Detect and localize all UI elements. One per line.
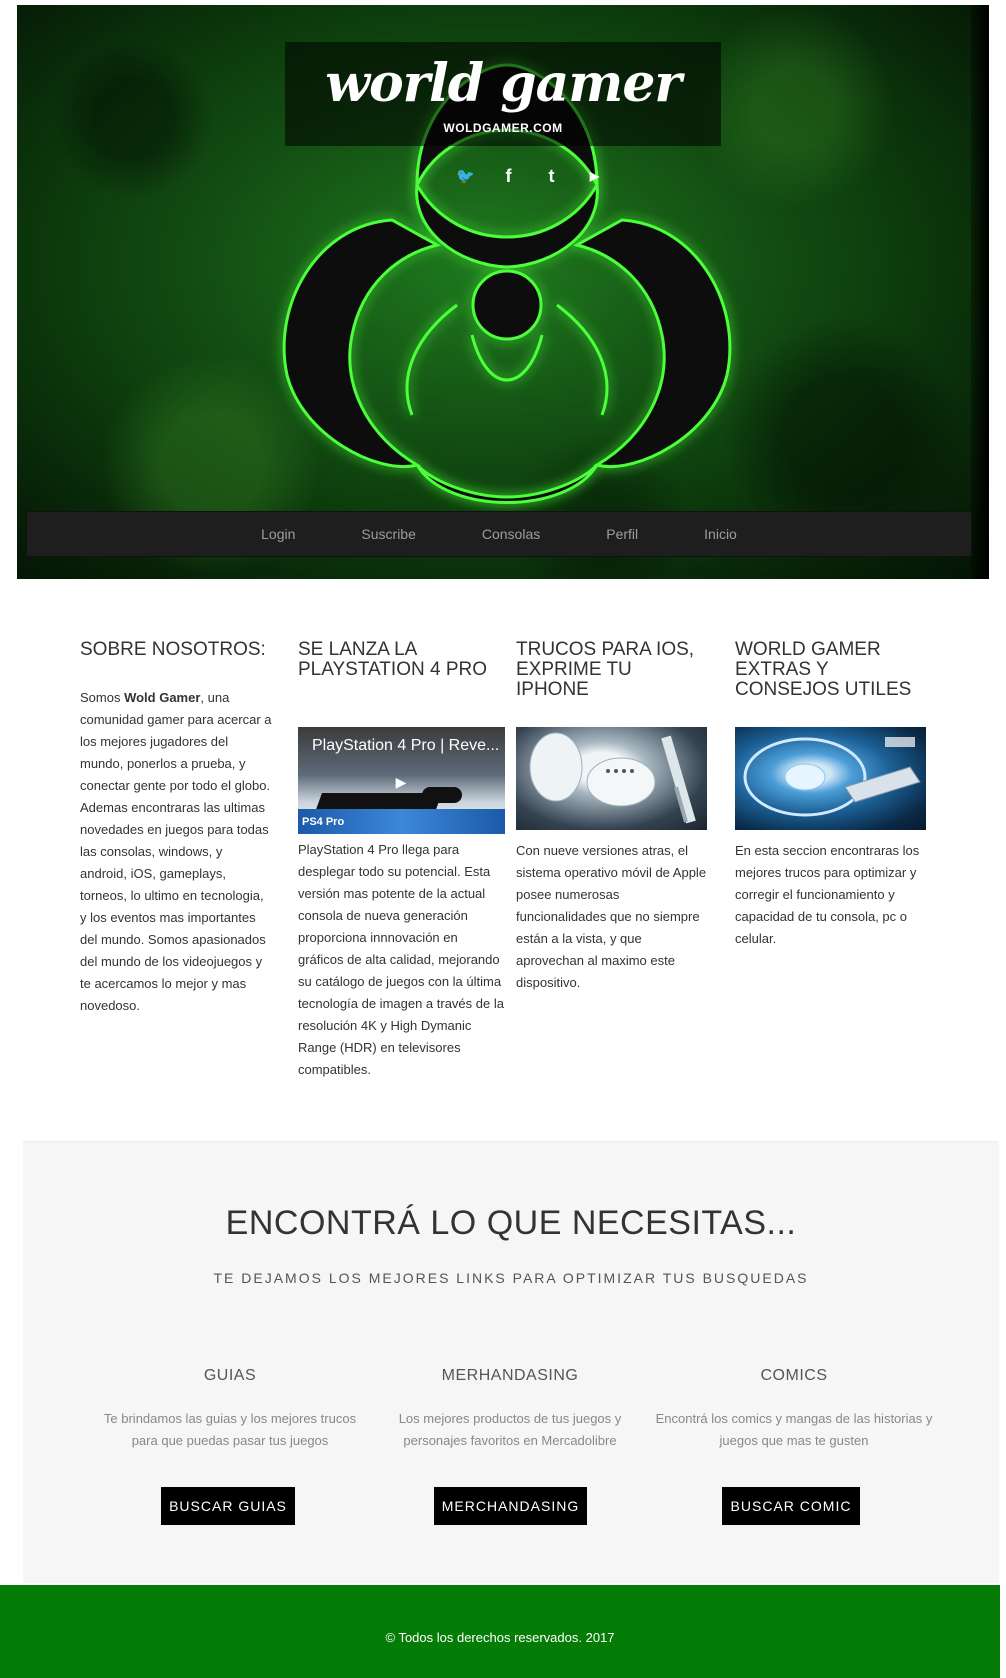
ps4-column: SE LANZA LA PLAYSTATION 4 PRO PS4 Pro Pl… — [298, 639, 505, 1077]
nav-login[interactable]: Login — [228, 511, 328, 557]
comics-heading: COMICS — [760, 1367, 828, 1384]
ps4-heading: SE LANZA LA PLAYSTATION 4 PRO — [298, 639, 487, 680]
find-subtitle: TE DEJAMOS LOS MEJORES LINKS PARA OPTIMI… — [213, 1270, 809, 1286]
copyright-text: © Todos los derechos reservados. 2017 — [385, 1630, 615, 1645]
youtube-icon[interactable]: ▶ — [582, 165, 607, 187]
video-title: PlayStation 4 Pro | Reve... — [312, 737, 500, 754]
about-text-pre: Somos — [80, 690, 125, 705]
extras-heading: WORLD GAMER EXTRAS Y CONSEJOS UTILES — [735, 639, 912, 700]
twitter-icon[interactable]: 🐦 — [453, 165, 478, 187]
earbuds-image — [516, 727, 707, 830]
buscar-guias-button[interactable]: BUSCAR GUIAS — [161, 1487, 295, 1525]
hard-drive-illustration — [743, 737, 921, 817]
brand-box: world gamer WOLDGAMER.COM — [285, 42, 721, 146]
buscar-comic-button[interactable]: BUSCAR COMIC — [722, 1487, 860, 1525]
nav-inicio[interactable]: Inicio — [671, 511, 770, 557]
site-title: world gamer — [325, 53, 682, 114]
about-text: Somos Wold Gamer, una comunidad gamer pa… — [80, 687, 272, 1017]
hard-drive-image — [735, 727, 926, 830]
extras-text: En esta seccion encontraras los mejores … — [735, 843, 920, 946]
tumblr-icon[interactable]: t — [539, 165, 564, 187]
about-heading: SOBRE NOSOTROS: — [80, 639, 266, 660]
main-navbar: Login Suscribe Consolas Perfil Inicio — [26, 511, 972, 557]
about-text-bold: Wold Gamer — [124, 690, 201, 705]
ps4-video-thumbnail[interactable]: PS4 Pro PlayStation 4 Pro | Reve... ▶ — [298, 727, 505, 834]
extras-column: WORLD GAMER EXTRAS Y CONSEJOS UTILES En … — [735, 639, 926, 946]
site-subtitle: WOLDGAMER.COM — [443, 121, 563, 135]
comics-column: COMICS Encontrá los comics y mangas de l… — [654, 1367, 934, 1452]
ios-column: TRUCOS PARA IOS, EXPRIME TU IPHONE Con n… — [516, 639, 707, 990]
nav-consolas[interactable]: Consolas — [449, 511, 573, 557]
merch-heading: MERHANDASING — [441, 1367, 579, 1384]
earbuds-illustration — [529, 732, 696, 824]
merch-column: MERHANDASING Los mejores productos de tu… — [370, 1367, 650, 1452]
merch-text: Los mejores productos de tus juegos y pe… — [398, 1411, 622, 1448]
social-links: 🐦 f t ▶ — [453, 165, 607, 187]
ps4-text: PlayStation 4 Pro llega para desplegar t… — [298, 842, 504, 1077]
nav-perfil[interactable]: Perfil — [573, 511, 671, 557]
ios-heading: TRUCOS PARA IOS, EXPRIME TU IPHONE — [516, 639, 695, 700]
about-column: SOBRE NOSOTROS: Somos Wold Gamer, una co… — [80, 640, 272, 1017]
hero-edge-shadow — [971, 5, 989, 579]
comics-text: Encontrá los comics y mangas de las hist… — [655, 1411, 933, 1448]
footer: © Todos los derechos reservados. 2017 — [0, 1585, 1000, 1678]
find-title: ENCONTRÁ LO QUE NECESITAS... — [225, 1204, 797, 1242]
facebook-icon[interactable]: f — [496, 165, 521, 187]
ps4-logo: PS4 Pro — [302, 816, 345, 828]
about-text-post: , una comunidad gamer para acercar a los… — [80, 690, 272, 1013]
hero-banner: world gamer WOLDGAMER.COM 🐦 f t ▶ Login … — [17, 5, 989, 579]
nav-suscribe[interactable]: Suscribe — [328, 511, 448, 557]
guias-text: Te brindamos las guias y los mejores tru… — [103, 1411, 357, 1448]
merchandasing-button[interactable]: MERCHANDASING — [434, 1487, 587, 1525]
guias-column: GUIAS Te brindamos las guias y los mejor… — [90, 1367, 370, 1452]
controller-shape — [422, 787, 462, 803]
guias-heading: GUIAS — [203, 1367, 257, 1384]
play-icon[interactable]: ▶ — [388, 771, 414, 793]
find-section: ENCONTRÁ LO QUE NECESITAS... TE DEJAMOS … — [23, 1141, 999, 1583]
ios-text: Con nueve versiones atras, el sistema op… — [516, 843, 707, 990]
